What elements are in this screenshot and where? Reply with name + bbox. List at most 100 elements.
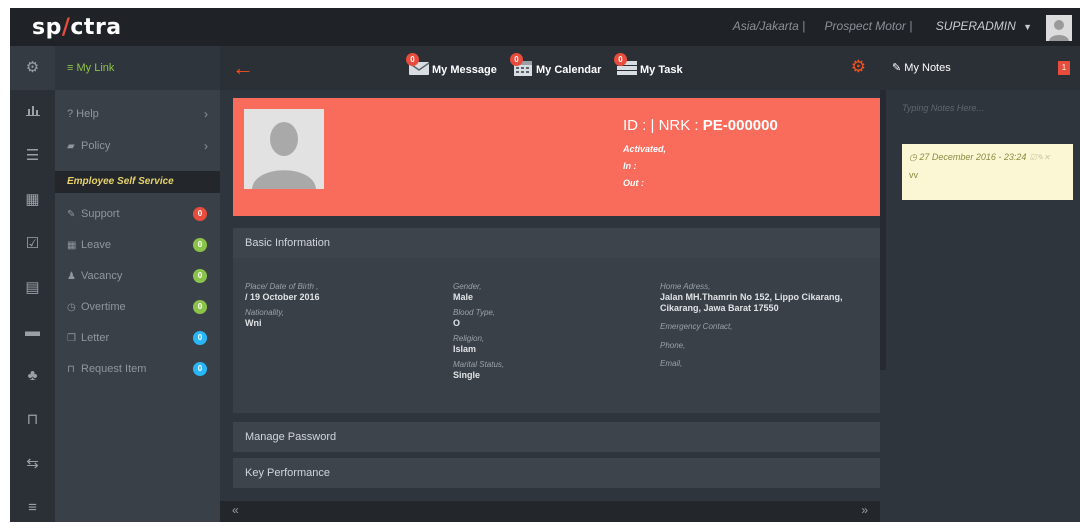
copy-icon: ❐ — [67, 333, 76, 344]
blood-type-label: Blood Type, — [453, 308, 496, 317]
user-menu[interactable]: SUPERADMIN ▼ — [932, 19, 1032, 33]
profile-photo — [244, 109, 324, 189]
clock-icon: ◷ — [909, 152, 920, 162]
marital-status-label: Marital Status, — [453, 360, 505, 369]
gender-value: Male — [453, 292, 474, 302]
settings-icon[interactable]: ⚙ — [10, 46, 55, 90]
icon-rail: ⚙ ☰ ▦ ☑ ▤ ▬ ♣ ⊓ ⇆ ≡ — [10, 46, 55, 522]
religion-value: Islam — [453, 344, 477, 354]
my-calendar-button[interactable]: 0 My Calendar — [510, 53, 601, 76]
grid-icon[interactable]: ▦ — [10, 178, 55, 222]
company-label[interactable]: Prospect Motor | — [825, 19, 913, 33]
employee-out: Out : — [623, 178, 644, 188]
calendar-icon: ▦ — [67, 240, 77, 251]
sitemap-icon[interactable]: ♣ — [10, 354, 55, 398]
scroll-right-button[interactable]: » — [861, 503, 868, 517]
timezone-label: Asia/Jakarta | — [732, 19, 806, 33]
brand-logo[interactable]: sp/ctra — [32, 15, 122, 40]
top-bar: sp/ctra Asia/Jakarta | Prospect Motor | … — [10, 8, 1080, 46]
emergency-contact-label: Emergency Contact, — [660, 322, 733, 331]
my-message-button[interactable]: 0 My Message — [406, 53, 497, 76]
message-count-badge: 0 — [406, 53, 419, 66]
content-pager: « » — [220, 501, 880, 522]
section-employee-self-service: Employee Self Service — [55, 171, 220, 193]
menu-item-leave[interactable]: ▦ Leave 0 — [55, 230, 220, 260]
menu-icon[interactable]: ≡ — [10, 486, 55, 530]
edit-icon: ✎ — [892, 62, 905, 74]
employee-status: Activated, — [623, 144, 667, 154]
info-column-2: Gender, Male Blood Type, O Religion, Isl… — [453, 282, 504, 386]
wrench-icon: ✎ — [67, 209, 76, 220]
leave-count-badge: 0 — [193, 238, 207, 252]
overtime-count-badge: 0 — [193, 300, 207, 314]
basic-information-header[interactable]: Basic Information — [233, 228, 880, 258]
gender-label: Gender, — [453, 282, 482, 291]
notes-input[interactable]: Typing Notes Here... — [902, 103, 984, 113]
menu-item-support[interactable]: ✎ Support 0 — [55, 199, 220, 229]
blood-type-value: O — [453, 318, 461, 328]
database-icon[interactable]: ☰ — [10, 134, 55, 178]
nationality-label: Nationality, — [245, 308, 284, 317]
retweet-icon[interactable]: ⇆ — [10, 442, 55, 486]
cart-icon: ⊓ — [67, 364, 75, 375]
info-column-3: Home Adress, Jalan MH.Thamrin No 152, Li… — [660, 282, 880, 369]
chevron-right-icon: › — [204, 107, 208, 121]
note-date: ◷ 27 December 2016 - 23:24 ☑✎✕ — [909, 152, 1051, 162]
home-address-label: Home Adress, — [660, 282, 711, 291]
employee-id: ID : | NRK : PE-000000 — [623, 117, 778, 134]
checkbox-icon[interactable]: ☑ — [10, 222, 55, 266]
cart-icon[interactable]: ⊓ — [10, 398, 55, 442]
notes-scrollbar[interactable] — [880, 90, 886, 370]
menu-item-policy[interactable]: ▰ Policy › — [55, 131, 220, 161]
scroll-left-button[interactable]: « — [232, 503, 239, 517]
phone-label: Phone, — [660, 341, 686, 350]
my-task-button[interactable]: 0 My Task — [614, 53, 683, 76]
support-count-badge: 0 — [193, 207, 207, 221]
notes-count-badge: 1 — [1058, 61, 1070, 75]
nationality-value: Wni — [245, 318, 262, 328]
employee-in: In : — [623, 161, 637, 171]
email-label: Email, — [660, 359, 683, 368]
back-arrow-icon[interactable]: ← — [232, 55, 254, 81]
home-address-value: Jalan MH.Thamrin No 152, Lippo Cikarang,… — [660, 292, 843, 313]
info-column-1: Place/ Date of Birth , / 19 October 2016… — [245, 282, 320, 334]
menu-item-overtime[interactable]: ◷ Overtime 0 — [55, 292, 220, 322]
note-text: vv — [909, 170, 918, 180]
notes-panel: ✎ My Notes 1 Typing Notes Here... ◷ 27 D… — [880, 46, 1080, 522]
mylink-header[interactable]: ≡ My Link — [55, 46, 220, 90]
envelope-icon: 0 — [406, 53, 430, 76]
menu-item-request-item[interactable]: ⊓ Request Item 0 — [55, 354, 220, 384]
app-window: sp/ctra Asia/Jakarta | Prospect Motor | … — [10, 8, 1080, 522]
quick-bar: ← 0 My Message 0 My Calendar 0 My Task ⚙ — [220, 46, 880, 90]
note-card[interactable]: ◷ 27 December 2016 - 23:24 ☑✎✕ vv — [902, 144, 1073, 200]
main-content: ← 0 My Message 0 My Calendar 0 My Task ⚙… — [220, 46, 880, 522]
vacancy-count-badge: 0 — [193, 269, 207, 283]
note-actions-icon[interactable]: ☑✎✕ — [1029, 153, 1050, 162]
tasks-icon: 0 — [614, 53, 638, 76]
notes-header: ✎ My Notes 1 — [880, 46, 1080, 90]
marital-status-value: Single — [453, 370, 481, 380]
key-performance-panel[interactable]: Key Performance — [233, 458, 880, 488]
key-performance-header[interactable]: Key Performance — [233, 458, 880, 488]
religion-label: Religion, — [453, 334, 485, 343]
manage-password-header[interactable]: Manage Password — [233, 422, 880, 452]
calendar-count-badge: 0 — [510, 53, 523, 66]
manage-password-panel[interactable]: Manage Password — [233, 422, 880, 452]
menu-item-vacancy[interactable]: ♟ Vacancy 0 — [55, 261, 220, 291]
briefcase-icon[interactable]: ▬ — [10, 310, 55, 354]
gear-icon[interactable]: ⚙ — [851, 57, 866, 77]
user-plus-icon: ♟ — [67, 271, 76, 282]
chevron-right-icon: › — [204, 139, 208, 153]
caret-down-icon: ▼ — [1023, 22, 1032, 32]
birth-label: Place/ Date of Birth , — [245, 282, 319, 291]
task-count-badge: 0 — [614, 53, 627, 66]
left-menu: ≡ My Link ? Help › ▰ Policy › Employee Se… — [55, 46, 220, 522]
book-icon: ▰ — [67, 141, 75, 152]
profile-card: ID : | NRK : PE-000000 Activated, In : O… — [233, 98, 880, 216]
menu-item-help[interactable]: ? Help › — [55, 99, 220, 129]
basic-information-panel: Basic Information Place/ Date of Birth ,… — [233, 228, 880, 413]
chart-icon[interactable] — [10, 90, 55, 134]
clipboard-icon[interactable]: ▤ — [10, 266, 55, 310]
menu-item-letter[interactable]: ❐ Letter 0 — [55, 323, 220, 353]
user-avatar[interactable] — [1046, 15, 1072, 41]
